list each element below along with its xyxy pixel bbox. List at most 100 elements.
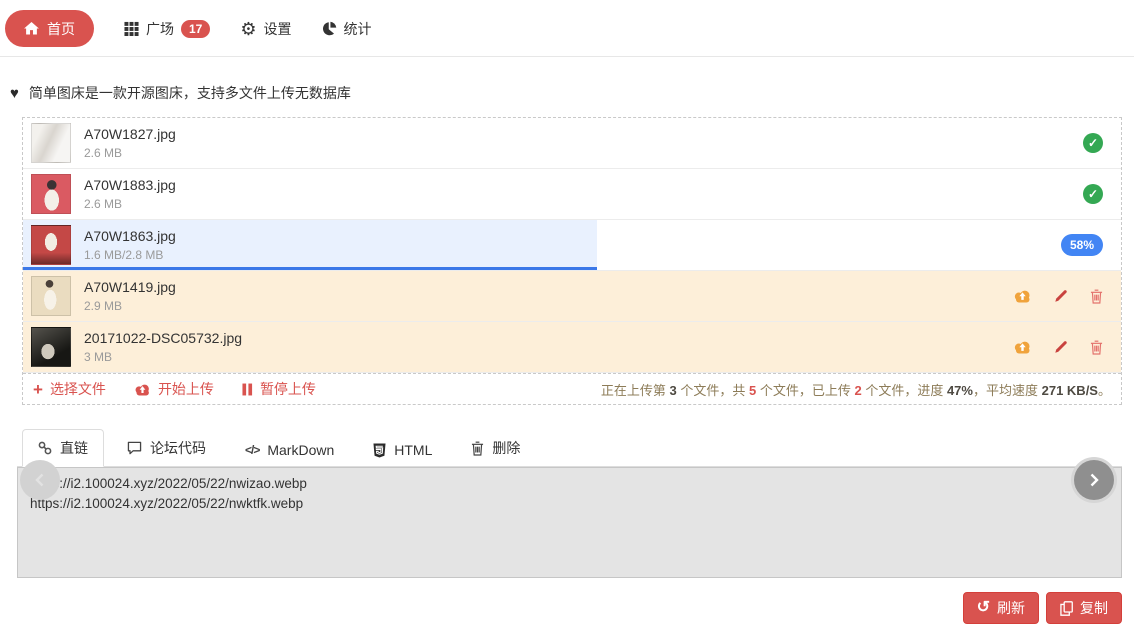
file-meta: A70W1827.jpg 2.6 MB: [84, 125, 176, 161]
refresh-button[interactable]: ↺ 刷新: [962, 592, 1039, 624]
grid-icon: [124, 21, 139, 36]
carousel-next-button[interactable]: [1074, 460, 1114, 500]
file-thumbnail: [31, 327, 71, 367]
status-text: 个文件，进度: [861, 382, 947, 398]
carousel-prev-button[interactable]: [20, 460, 60, 500]
file-size: 3 MB: [84, 350, 113, 364]
tab-html[interactable]: HTML: [357, 433, 448, 467]
nav-plaza[interactable]: 广场 17: [124, 19, 211, 39]
file-thumbnail: [31, 276, 71, 316]
status-speed: 271 KB/S: [1041, 382, 1098, 398]
file-name: A70W1419.jpg: [84, 279, 176, 295]
status-text: 。: [1097, 382, 1111, 398]
link-icon: [38, 441, 52, 455]
tab-label: 论坛代码: [150, 440, 206, 456]
home-icon: [24, 22, 39, 35]
edit-file-icon[interactable]: [1054, 289, 1068, 303]
file-name: A70W1827.jpg: [84, 126, 176, 142]
output-section: 直链 论坛代码 </> MarkDown HTML 删除 https://i2.…: [17, 429, 1122, 578]
nav-plaza-label: 广场: [146, 20, 174, 37]
progress-badge: 58%: [1060, 234, 1103, 256]
file-row-uploaded: A70W1883.jpg 2.6 MB ✓: [23, 169, 1121, 220]
success-check-icon: ✓: [1083, 133, 1103, 153]
copy-button[interactable]: 复制: [1046, 592, 1122, 624]
file-row-queued: A70W1419.jpg 2.9 MB: [23, 271, 1121, 322]
upload-file-icon[interactable]: [1013, 340, 1032, 354]
file-row-uploading: A70W1863.jpg 1.6 MB/2.8 MB 58%: [23, 220, 1121, 271]
nav-divider: [0, 56, 1134, 57]
gear-icon: ⚙: [240, 18, 257, 39]
start-upload-label: 开始上传: [157, 381, 214, 397]
file-meta: A70W1863.jpg 1.6 MB/2.8 MB: [84, 227, 176, 263]
file-status: ✓: [1083, 133, 1103, 153]
file-thumbnail: [31, 123, 71, 163]
chevron-left-icon: [33, 472, 47, 488]
nav-home[interactable]: 首页: [5, 10, 94, 47]
file-status: ✓: [1083, 184, 1103, 204]
tab-forum-code[interactable]: 论坛代码: [111, 429, 222, 467]
status-text: 个文件，已上传: [756, 382, 855, 398]
nav-home-label: 首页: [47, 20, 75, 37]
file-row-queued: 20171022-DSC05732.jpg 3 MB: [23, 322, 1121, 373]
file-name: A70W1863.jpg: [84, 228, 176, 244]
plaza-count-badge: 17: [181, 19, 211, 38]
choose-files-label: 选择文件: [49, 381, 106, 397]
file-thumbnail: [31, 225, 71, 265]
nav-settings-label: 设置: [263, 20, 292, 37]
copy-icon: [1060, 600, 1073, 616]
trash-icon: [471, 441, 484, 456]
edit-file-icon[interactable]: [1054, 340, 1068, 354]
pause-icon: [242, 383, 253, 396]
tab-markdown[interactable]: </> MarkDown: [229, 433, 350, 467]
footer-actions: ↺ 刷新 复制: [0, 592, 1122, 624]
tab-label: MarkDown: [267, 442, 335, 458]
chevron-right-icon: [1087, 472, 1101, 488]
pause-upload-button[interactable]: 暂停上传: [242, 379, 316, 399]
upload-panel: A70W1827.jpg 2.6 MB ✓ A70W1883.jpg 2.6 M…: [22, 117, 1122, 405]
upload-file-icon[interactable]: [1013, 289, 1032, 303]
copy-label: 复制: [1080, 600, 1108, 616]
nav-stats[interactable]: 统计: [322, 19, 372, 39]
refresh-icon: ↺: [976, 599, 990, 616]
status-current-count: 3: [669, 382, 677, 398]
output-tab-bar: 直链 论坛代码 </> MarkDown HTML 删除: [17, 429, 1122, 467]
file-thumbnail: [31, 174, 71, 214]
upload-status-line: 正在上传第 3 个文件，共 5 个文件，已上传 2 个文件，进度 47%，平均速…: [601, 380, 1111, 399]
links-textarea[interactable]: https://i2.100024.xyz/2022/05/22/nwizao.…: [17, 467, 1122, 578]
nav-stats-label: 统计: [343, 20, 372, 37]
status-text: 正在上传第: [600, 382, 670, 398]
status-done-count: 2: [854, 382, 862, 398]
file-row-uploaded: A70W1827.jpg 2.6 MB ✓: [23, 118, 1121, 169]
file-size: 2.9 MB: [84, 299, 123, 313]
file-meta: A70W1419.jpg 2.9 MB: [84, 278, 176, 314]
file-name: 20171022-DSC05732.jpg: [84, 330, 243, 346]
status-progress: 47%: [946, 382, 973, 398]
status-text: ，平均速度: [972, 382, 1042, 398]
file-size: 2.6 MB: [84, 197, 123, 211]
comment-icon: [127, 441, 142, 455]
status-text: 个文件，共: [676, 382, 750, 398]
delete-file-icon[interactable]: [1090, 340, 1103, 355]
tagline: ♥ 简单图床是一款开源图床，支持多文件上传无数据库: [10, 83, 1134, 103]
file-meta: A70W1883.jpg 2.6 MB: [84, 176, 176, 212]
file-actions: [1013, 340, 1103, 355]
refresh-label: 刷新: [997, 600, 1025, 616]
file-meta: 20171022-DSC05732.jpg 3 MB: [84, 329, 242, 365]
file-status: 58%: [1060, 234, 1103, 256]
file-size: 1.6 MB/2.8 MB: [84, 248, 164, 262]
heart-icon: ♥: [10, 84, 19, 102]
file-actions: [1013, 289, 1103, 304]
nav-settings[interactable]: ⚙ 设置: [240, 19, 291, 39]
choose-files-button[interactable]: + 选择文件: [33, 379, 106, 399]
tab-delete[interactable]: 删除: [455, 429, 536, 467]
tab-label: 删除: [492, 440, 521, 456]
tagline-text: 简单图床是一款开源图床，支持多文件上传无数据库: [28, 85, 351, 101]
start-upload-button[interactable]: 开始上传: [134, 379, 214, 399]
code-icon: </>: [245, 443, 260, 457]
plus-icon: +: [33, 379, 43, 399]
file-size: 2.6 MB: [84, 146, 123, 160]
file-name: A70W1883.jpg: [84, 177, 176, 193]
delete-file-icon[interactable]: [1090, 289, 1103, 304]
pie-chart-icon: [322, 21, 337, 36]
success-check-icon: ✓: [1083, 184, 1103, 204]
